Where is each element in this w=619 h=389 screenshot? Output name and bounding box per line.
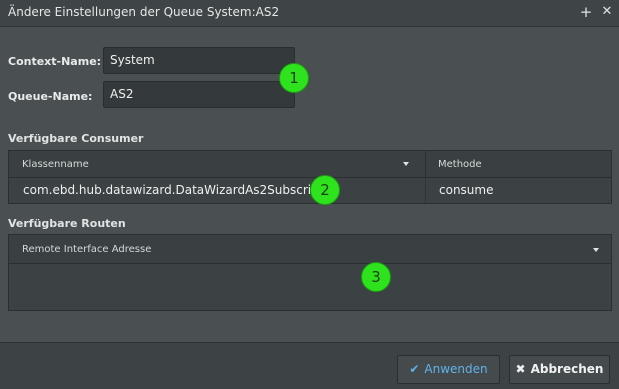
dialog-content: Context-Name: System Queue-Name: AS2 1 V… [0, 28, 619, 342]
consumer-table-header: Klassenname Methode [9, 151, 611, 178]
routes-table-header: Remote Interface Adresse [9, 235, 611, 264]
column-header-classname[interactable]: Klassenname [9, 151, 89, 178]
consumer-table: Klassenname Methode com.ebd.hub.datawiza… [8, 150, 612, 204]
column-header-method[interactable]: Methode [425, 151, 482, 178]
cancel-button[interactable]: ✖ Abbrechen [509, 355, 610, 384]
check-icon: ✔ [409, 362, 420, 376]
dialog-footer: ✔ Anwenden ✖ Abbrechen [0, 342, 619, 389]
column-divider [425, 178, 426, 203]
context-name-field[interactable]: System [103, 47, 295, 74]
cancel-label: Abbrechen [530, 362, 604, 376]
column-header-remote-address[interactable]: Remote Interface Adresse [9, 235, 151, 264]
chevron-down-icon[interactable] [403, 162, 409, 166]
add-icon[interactable]: + [578, 3, 594, 21]
apply-button[interactable]: ✔ Anwenden [397, 355, 500, 384]
routes-table: Remote Interface Adresse [8, 234, 612, 311]
cell-classname: com.ebd.hub.datawizard.DataWizardAs2Subs… [23, 183, 332, 197]
context-name-label: Context-Name: [8, 55, 102, 68]
window-title: Ändere Einstellungen der Queue System:AS… [8, 5, 280, 19]
marker-3: 3 [361, 262, 391, 292]
chevron-down-icon[interactable] [593, 248, 599, 252]
routes-section-label: Verfügbare Routen [8, 217, 126, 230]
marker-2: 2 [310, 175, 340, 205]
queue-name-field[interactable]: AS2 [103, 81, 295, 108]
queue-name-label: Queue-Name: [8, 90, 93, 103]
marker-1: 1 [279, 63, 309, 93]
apply-label: Anwenden [424, 362, 488, 376]
close-icon: ✖ [515, 362, 526, 376]
consumer-section-label: Verfügbare Consumer [8, 132, 144, 145]
close-window-icon[interactable]: ✕ [599, 3, 615, 21]
title-bar: Ändere Einstellungen der Queue System:AS… [0, 0, 619, 27]
cell-method: consume [439, 183, 494, 197]
